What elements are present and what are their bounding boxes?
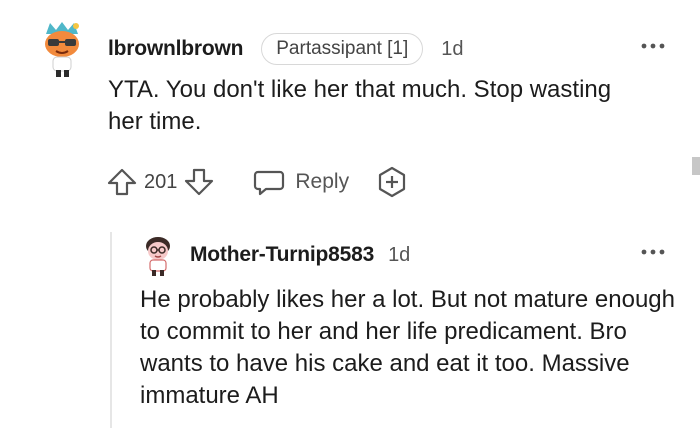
reply-button[interactable]: Reply <box>253 166 349 198</box>
scrollbar-thumb[interactable] <box>692 157 700 175</box>
comment-age: 1d <box>388 243 411 266</box>
user-flair: Partassipant [1] <box>261 33 424 65</box>
author-name[interactable]: Mother-Turnip8583 <box>190 243 374 267</box>
comment: lbrownlbrown Partassipant [1] 1d YTA. Yo… <box>0 0 700 228</box>
downvote-button[interactable] <box>183 166 215 198</box>
comment-body: He probably likes her a lot. But not mat… <box>140 286 675 409</box>
comment-actions: 201 Reply <box>106 164 409 200</box>
avatar[interactable] <box>142 235 174 277</box>
vote-count: 201 <box>144 170 178 193</box>
more-options-button[interactable] <box>640 36 666 56</box>
avatar[interactable] <box>36 20 88 78</box>
arrow-up-outline-icon <box>107 168 137 196</box>
ellipsis-icon <box>641 43 665 49</box>
comment-age: 1d <box>441 37 464 60</box>
arrow-down-outline-icon <box>185 168 214 196</box>
more-options-button[interactable] <box>640 242 666 262</box>
upvote-button[interactable] <box>106 166 138 198</box>
comment-body: YTA. You don't like her that much. Stop … <box>108 76 612 135</box>
reply-comment: Mother-Turnip8583 1d He probably likes h… <box>0 228 700 428</box>
award-plus-icon <box>378 166 406 198</box>
reply-label: Reply <box>295 170 350 193</box>
speech-bubble-icon <box>254 170 285 196</box>
ellipsis-icon <box>641 249 665 255</box>
award-button[interactable] <box>375 165 409 199</box>
author-name[interactable]: lbrownlbrown <box>108 37 243 61</box>
comment-header: lbrownlbrown Partassipant [1] 1d <box>108 32 464 66</box>
comment-header: Mother-Turnip8583 1d <box>190 240 410 270</box>
